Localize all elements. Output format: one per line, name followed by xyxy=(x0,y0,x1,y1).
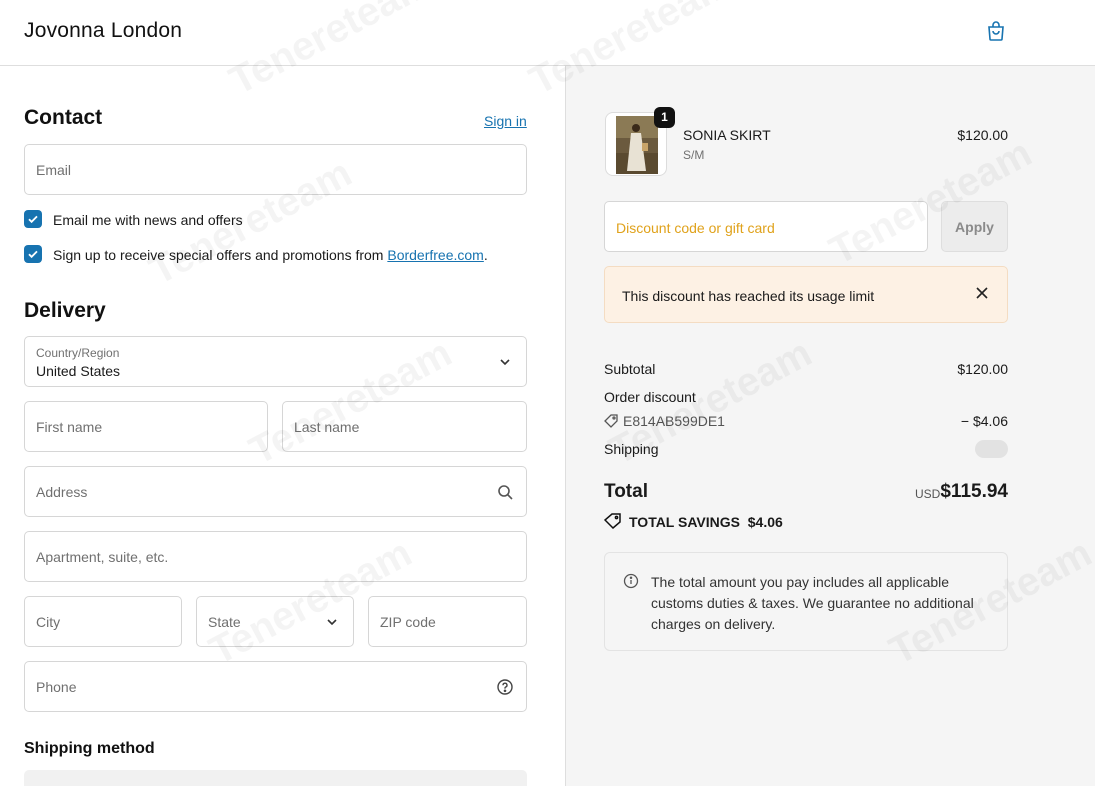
subtotal-value: $120.00 xyxy=(957,361,1008,377)
discount-value: − $4.06 xyxy=(960,413,1008,429)
header: Jovonna London xyxy=(0,0,1095,66)
checkmark-icon xyxy=(28,215,38,224)
last-name-field[interactable]: Last name xyxy=(282,401,527,452)
shopping-bag-icon[interactable] xyxy=(984,19,1008,43)
delivery-heading: Delivery xyxy=(24,299,106,322)
apply-button[interactable]: Apply xyxy=(941,201,1008,252)
brand-logo[interactable]: Jovonna London xyxy=(24,19,182,43)
zip-placeholder: ZIP code xyxy=(380,613,436,630)
discount-code: E814AB599DE1 xyxy=(623,413,725,429)
promo-label-suffix: . xyxy=(483,247,488,263)
apartment-field[interactable]: Apartment, suite, etc. xyxy=(24,531,527,582)
email-field[interactable]: Email xyxy=(24,144,527,195)
country-label: Country/Region xyxy=(36,346,120,360)
news-checkbox-label: Email me with news and offers xyxy=(53,212,243,228)
help-icon[interactable] xyxy=(496,678,514,696)
last-name-placeholder: Last name xyxy=(294,418,360,435)
checkmark-icon xyxy=(28,250,38,259)
savings-value: $4.06 xyxy=(747,514,783,530)
apartment-placeholder: Apartment, suite, etc. xyxy=(36,548,169,565)
first-name-field[interactable]: First name xyxy=(24,401,268,452)
promo-checkbox[interactable] xyxy=(24,245,42,263)
discount-code-input[interactable]: Discount code or gift card xyxy=(604,201,928,252)
product-variant: S/M xyxy=(683,148,705,162)
promo-label-text: Sign up to receive special offers and pr… xyxy=(53,247,388,263)
address-placeholder: Address xyxy=(36,483,88,500)
email-placeholder: Email xyxy=(36,161,72,178)
phone-field[interactable]: Phone xyxy=(24,661,527,712)
total-savings: TOTAL SAVINGS $4.06 xyxy=(629,514,783,530)
state-placeholder: State xyxy=(208,613,241,630)
zip-field[interactable]: ZIP code xyxy=(368,596,527,647)
sign-in-link[interactable]: Sign in xyxy=(484,113,527,129)
shipping-loading-placeholder xyxy=(975,440,1008,458)
tag-icon xyxy=(604,414,618,428)
product-name: SONIA SKIRT xyxy=(683,127,771,143)
chevron-down-icon xyxy=(500,358,510,365)
address-field[interactable]: Address xyxy=(24,466,527,517)
contact-heading: Contact xyxy=(24,106,103,129)
search-icon[interactable] xyxy=(496,483,514,501)
total-label: Total xyxy=(604,481,648,502)
chevron-down-icon xyxy=(327,618,337,625)
borderfree-link[interactable]: Borderfree.com xyxy=(387,247,483,263)
first-name-placeholder: First name xyxy=(36,418,103,435)
total-value: $115.94 xyxy=(940,481,1008,502)
shipping-method-heading: Shipping method xyxy=(24,740,155,757)
duties-info-box: The total amount you pay includes all ap… xyxy=(604,552,1008,651)
discount-alert-text: This discount has reached its usage limi… xyxy=(622,288,875,304)
state-select[interactable]: State xyxy=(196,596,354,647)
currency-code: USD xyxy=(915,487,941,501)
phone-placeholder: Phone xyxy=(36,678,77,695)
shipping-method-box xyxy=(24,770,527,786)
city-placeholder: City xyxy=(36,613,61,630)
shipping-label: Shipping xyxy=(604,441,659,457)
discount-placeholder: Discount code or gift card xyxy=(616,220,775,236)
news-checkbox[interactable] xyxy=(24,210,42,228)
city-field[interactable]: City xyxy=(24,596,182,647)
info-icon xyxy=(623,573,639,589)
quantity-badge: 1 xyxy=(654,107,675,128)
discount-alert: This discount has reached its usage limi… xyxy=(604,266,1008,323)
savings-tag-icon xyxy=(604,513,621,529)
order-discount-label: Order discount xyxy=(604,389,696,405)
country-value: United States xyxy=(36,363,121,379)
subtotal-label: Subtotal xyxy=(604,361,656,377)
duties-info-text: The total amount you pay includes all ap… xyxy=(651,574,974,632)
savings-label: TOTAL SAVINGS xyxy=(629,514,740,530)
product-price: $120.00 xyxy=(957,127,1008,143)
country-select[interactable]: Country/Region United States xyxy=(24,336,527,387)
close-icon[interactable] xyxy=(975,286,989,300)
promo-checkbox-label: Sign up to receive special offers and pr… xyxy=(53,247,488,263)
